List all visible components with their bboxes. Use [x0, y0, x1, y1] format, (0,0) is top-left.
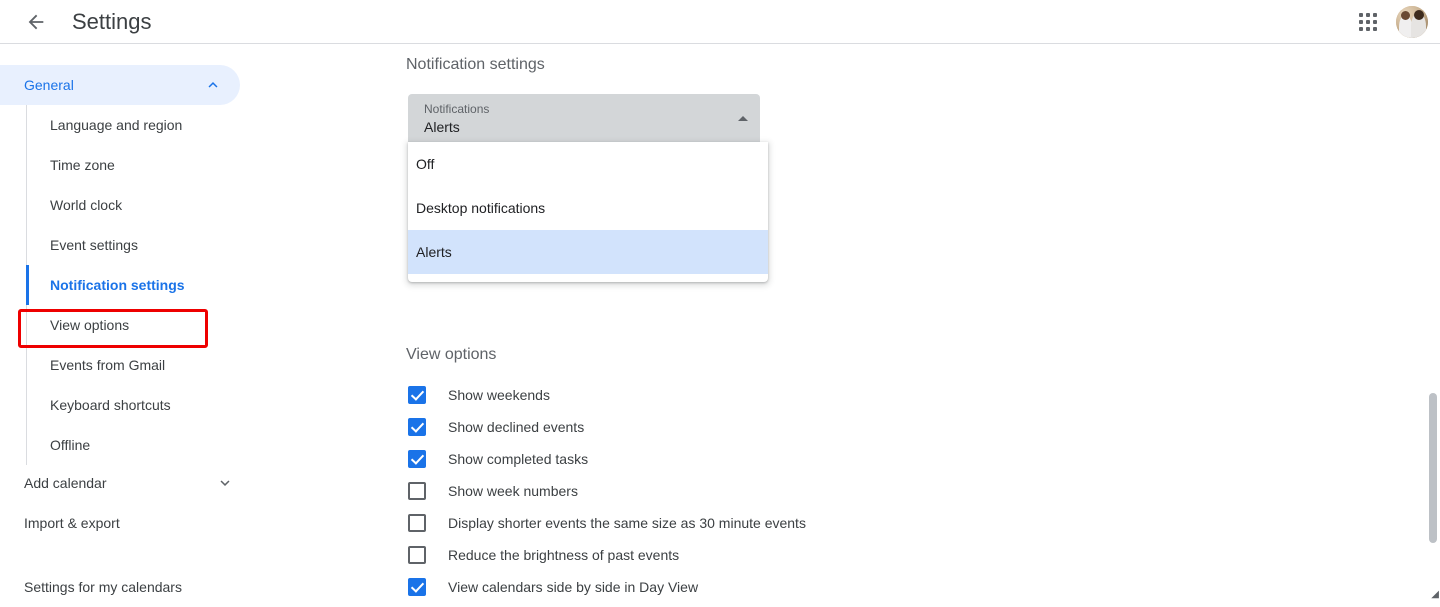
notification-settings-heading: Notification settings	[406, 56, 545, 74]
resize-corner-icon[interactable]: ◢	[1427, 589, 1439, 601]
apps-dot	[1366, 13, 1370, 17]
scrollbar-thumb[interactable]	[1429, 393, 1437, 543]
sidebar-item-label: Settings for my calendars	[24, 579, 182, 595]
checkbox-show-completed-tasks[interactable]	[408, 450, 426, 468]
notifications-select[interactable]: Notifications Alerts	[408, 94, 760, 142]
sidebar-item-label: World clock	[50, 197, 122, 213]
chevron-down-glyph	[216, 474, 234, 492]
checkbox-reduce-brightness-past-events[interactable]	[408, 546, 426, 564]
vertical-scrollbar[interactable]	[1425, 45, 1440, 601]
checkbox-row-reduce-brightness-past-events[interactable]: Reduce the brightness of past events	[408, 539, 679, 571]
back-arrow-icon[interactable]	[16, 2, 56, 42]
apps-dot	[1366, 20, 1370, 24]
sidebar-item-world-clock[interactable]: World clock	[27, 185, 346, 225]
sidebar-section-label: General	[24, 77, 74, 93]
sidebar-item-events-from-gmail[interactable]: Events from Gmail	[27, 345, 346, 385]
back-arrow-glyph	[25, 11, 47, 33]
checkbox-show-declined-events[interactable]	[408, 418, 426, 436]
sidebar-item-settings-for-my-calendars[interactable]: Settings for my calendars	[24, 567, 264, 607]
checkbox-view-calendars-side-by-side[interactable]	[408, 578, 426, 596]
notifications-select-value: Alerts	[424, 119, 460, 135]
sidebar-item-event-settings[interactable]: Event settings	[27, 225, 346, 265]
notifications-select-label: Notifications	[424, 102, 489, 116]
sidebar-item-time-zone[interactable]: Time zone	[27, 145, 346, 185]
sidebar-item-label: Offline	[50, 437, 90, 453]
sidebar-item-label: Notification settings	[50, 277, 185, 293]
sidebar-item-view-options[interactable]: View options	[27, 305, 346, 345]
sidebar-item-label: Event settings	[50, 237, 138, 253]
menu-item-off[interactable]: Off	[408, 142, 768, 186]
checkbox-row-show-completed-tasks[interactable]: Show completed tasks	[408, 443, 588, 475]
checkbox-label: Show declined events	[448, 419, 584, 435]
checkbox-row-show-week-numbers[interactable]: Show week numbers	[408, 475, 578, 507]
sidebar-item-notification-settings[interactable]: Notification settings	[27, 265, 346, 305]
avatar-head-left	[1401, 11, 1410, 20]
chevron-up-glyph	[204, 76, 222, 94]
checkbox-label: Show weekends	[448, 387, 550, 403]
sidebar-item-keyboard-shortcuts[interactable]: Keyboard shortcuts	[27, 385, 346, 425]
checkbox-row-show-declined-events[interactable]: Show declined events	[408, 411, 584, 443]
checkbox-label: Show completed tasks	[448, 451, 588, 467]
sidebar-item-language-and-region[interactable]: Language and region	[27, 105, 346, 145]
sidebar-item-label: Import & export	[24, 515, 120, 531]
checkbox-label: Show week numbers	[448, 483, 578, 499]
checkbox-row-display-shorter-events[interactable]: Display shorter events the same size as …	[408, 507, 806, 539]
sidebar-subnav: Language and region Time zone World cloc…	[26, 105, 346, 465]
view-options-heading: View options	[406, 346, 496, 364]
checkbox-row-view-calendars-side-by-side[interactable]: View calendars side by side in Day View	[408, 571, 698, 603]
sidebar-item-label: Time zone	[50, 157, 115, 173]
sidebar-item-label: Keyboard shortcuts	[50, 397, 171, 413]
checkbox-label: Display shorter events the same size as …	[448, 515, 806, 531]
app-header: Settings	[0, 0, 1440, 44]
notifications-dropdown-menu: Off Desktop notifications Alerts	[408, 142, 768, 282]
chevron-up-icon	[204, 76, 222, 94]
avatar-head-right	[1414, 10, 1424, 20]
checkbox-row-show-weekends[interactable]: Show weekends	[408, 379, 550, 411]
menu-item-desktop-notifications[interactable]: Desktop notifications	[408, 186, 768, 230]
sidebar-item-label: Language and region	[50, 117, 182, 133]
sidebar-section-general[interactable]: General	[0, 65, 240, 105]
checkbox-show-week-numbers[interactable]	[408, 482, 426, 500]
sidebar-item-label: Add calendar	[24, 475, 107, 491]
apps-grid-icon[interactable]	[1348, 2, 1388, 42]
avatar[interactable]	[1396, 6, 1428, 38]
menu-item-label: Desktop notifications	[416, 200, 545, 216]
page-title: Settings	[72, 9, 152, 35]
header-actions	[1348, 0, 1440, 44]
sidebar-item-label: Events from Gmail	[50, 357, 165, 373]
sidebar-item-import-export[interactable]: Import & export	[24, 503, 244, 543]
sidebar-item-label: View options	[50, 317, 129, 333]
apps-dot	[1366, 27, 1370, 31]
menu-item-label: Off	[416, 156, 434, 172]
apps-dot	[1373, 13, 1377, 17]
checkbox-show-weekends[interactable]	[408, 386, 426, 404]
triangle-up-icon	[738, 116, 748, 121]
checkbox-label: Reduce the brightness of past events	[448, 547, 679, 563]
apps-dot	[1359, 27, 1363, 31]
sidebar-item-offline[interactable]: Offline	[27, 425, 346, 465]
settings-main-panel: Notification settings Notifications Aler…	[360, 45, 1440, 601]
menu-item-alerts[interactable]: Alerts	[408, 230, 768, 274]
settings-sidebar: General Language and region Time zone Wo…	[0, 45, 360, 601]
menu-item-label: Alerts	[416, 244, 452, 260]
sidebar-item-add-calendar[interactable]: Add calendar	[24, 463, 244, 503]
checkbox-label: View calendars side by side in Day View	[448, 579, 698, 595]
apps-dot	[1359, 20, 1363, 24]
chevron-down-icon	[216, 474, 234, 492]
checkbox-display-shorter-events[interactable]	[408, 514, 426, 532]
apps-dot	[1359, 13, 1363, 17]
apps-dot	[1373, 27, 1377, 31]
apps-dot	[1373, 20, 1377, 24]
